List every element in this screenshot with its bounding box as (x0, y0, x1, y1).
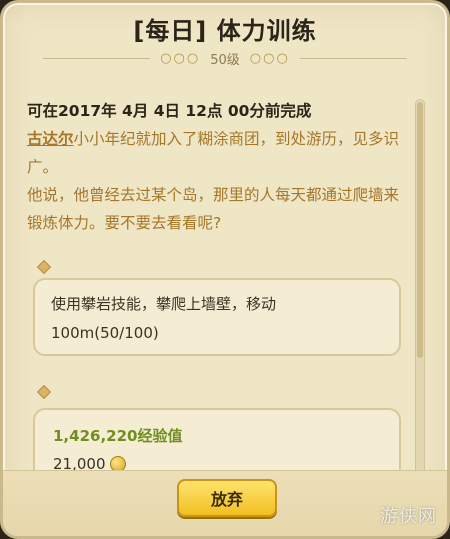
chain-ornament-right-icon: ○○○ (249, 50, 290, 66)
objective-box: 使用攀岩技能，攀爬上墙壁，移动 100m(50/100) (33, 278, 401, 356)
content-scrollbar[interactable] (415, 99, 425, 477)
divider-line-left (43, 57, 151, 59)
deadline-text: 可在2017年 4月 4日 12点 00分前完成 (27, 102, 312, 120)
objective-line-1: 使用攀岩技能，攀爬上墙壁，移动 (51, 295, 277, 313)
abandon-button[interactable]: 放弃 (177, 479, 277, 517)
npc-name-link[interactable]: 古达尔 (27, 130, 74, 148)
title-divider: ○○○ 50级 ○○○ (43, 47, 408, 69)
story-text-1: 小小年纪就加入了糊涂商团，到处游历，见多识广。 (27, 130, 400, 176)
watermark: 游侠网 (380, 506, 437, 527)
quest-title: [每日] 体力训练 (133, 17, 317, 45)
reward-exp: 1,426,220经验值 (53, 427, 183, 445)
story-paragraph-1: 古达尔小小年纪就加入了糊涂商团，到处游历，见多识广。 (27, 125, 407, 181)
reward-box: 1,426,220经验值 21,000 (33, 408, 401, 478)
scrollbar-thumb[interactable] (417, 102, 423, 358)
objective-line-2: 100m(50/100) (51, 324, 159, 342)
quest-level: 50级 (210, 52, 240, 68)
divider-line-right (299, 57, 408, 59)
chain-ornament-left-icon: ○○○ (160, 50, 201, 66)
story-paragraph-2: 他说，他曾经去过某个岛，那里的人每天都通过爬墙来锻炼体力。要不要去看看呢? (27, 186, 400, 232)
quest-window: [每日] 体力训练 ○○○ 50级 ○○○ 可在2017年 4月 4日 12点 … (0, 0, 450, 539)
